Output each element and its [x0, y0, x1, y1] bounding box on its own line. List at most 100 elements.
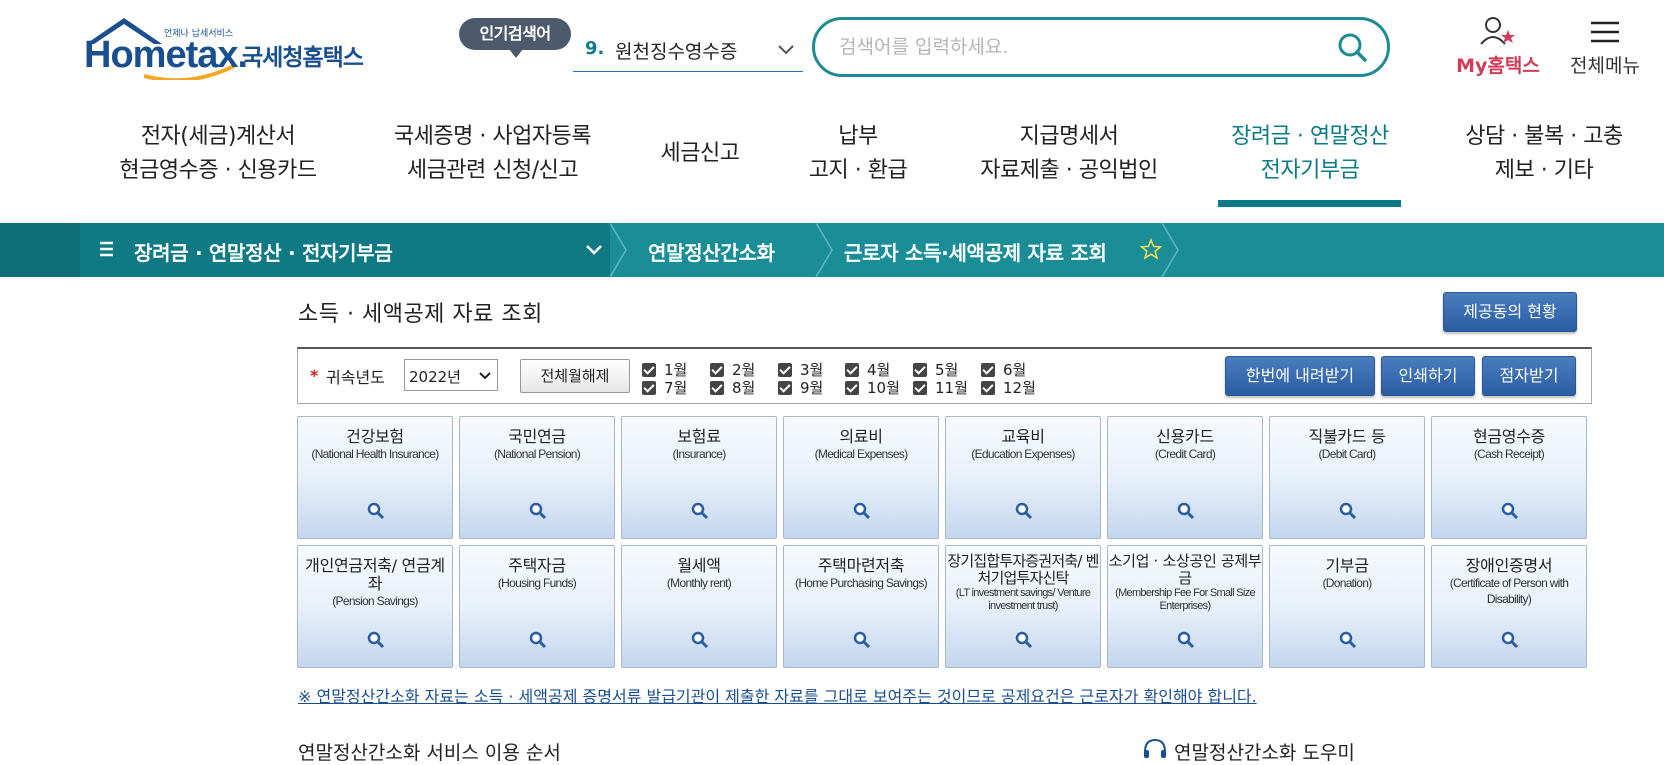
nav-line: 국세증명 · 사업자등록	[393, 124, 592, 149]
month-checkbox[interactable]: 10월	[845, 377, 900, 398]
tile-debit-card[interactable]: 직불카드 등 (Debit Card)	[1269, 416, 1425, 539]
month-checkbox[interactable]: 12월	[981, 377, 1036, 398]
nav-item-certificate[interactable]: 국세증명 · 사업자등록 세금관련 신청/신고	[370, 120, 615, 188]
checkbox-icon	[710, 381, 724, 395]
search-input[interactable]	[839, 34, 1319, 60]
nav-item-year-end[interactable]: 장려금 · 연말정산 전자기부금	[1210, 120, 1410, 188]
checkbox-icon	[642, 363, 656, 377]
month-checkbox[interactable]: 11월	[913, 377, 968, 398]
service-order-heading: 연말정산간소화 서비스 이용 순서	[298, 742, 561, 764]
month-label: 12월	[1003, 379, 1036, 397]
month-checkbox[interactable]: 9월	[778, 377, 823, 398]
breadcrumb-sub[interactable]: 연말정산간소화	[648, 237, 775, 266]
required-mark: *	[310, 366, 319, 385]
braille-button[interactable]: 점자받기	[1482, 356, 1576, 396]
provider-status-button[interactable]: 제공동의 현황	[1443, 292, 1577, 332]
search-icon[interactable]	[1336, 31, 1368, 63]
download-all-button[interactable]: 한번에 내려받기	[1225, 356, 1375, 396]
nav-item-e-invoice[interactable]: 전자(세금)계산서 현금영수증 · 신용카드	[100, 120, 336, 188]
nav-item-statement[interactable]: 지급명세서 자료제출 · 공익법인	[962, 120, 1176, 188]
checkbox-icon	[845, 381, 859, 395]
month-label: 8월	[732, 379, 756, 397]
month-label: 7월	[664, 379, 688, 397]
checkbox-icon	[845, 363, 859, 377]
magnifier-icon	[691, 502, 709, 520]
tile-education[interactable]: 교육비 (Education Expenses)	[945, 416, 1101, 539]
year-select[interactable]: 2022년	[404, 359, 498, 391]
tile-pension-savings[interactable]: 개인연금저축/ 연금계좌 (Pension Savings)	[297, 545, 453, 668]
checkbox-icon	[642, 381, 656, 395]
user-star-icon	[1480, 17, 1515, 45]
favorite-star-icon[interactable]	[1140, 238, 1162, 260]
magnifier-icon	[1177, 502, 1195, 520]
tile-title: 현금영수증	[1472, 427, 1546, 446]
tile-title: 국민연금	[508, 427, 566, 446]
tile-subtitle: (Education Expenses)	[971, 447, 1075, 461]
magnifier-icon	[1501, 631, 1519, 649]
month-label: 11월	[935, 379, 968, 397]
deselect-all-months-button[interactable]: 전체월해제	[520, 359, 630, 393]
tile-small-business[interactable]: 소기업 · 소상공인 공제부금 (Membership Fee For Smal…	[1107, 545, 1263, 668]
tile-housing-funds[interactable]: 주택자금 (Housing Funds)	[459, 545, 615, 668]
checkbox-icon	[981, 381, 995, 395]
breadcrumb-separator	[815, 223, 833, 277]
nav-line: 현금영수증 · 신용카드	[119, 158, 317, 183]
tile-credit-card[interactable]: 신용카드 (Credit Card)	[1107, 416, 1263, 539]
magnifier-icon	[1177, 631, 1195, 649]
tile-medical[interactable]: 의료비 (Medical Expenses)	[783, 416, 939, 539]
nav-line: 상담 · 불복 · 고충	[1465, 124, 1623, 149]
tile-disability-certificate[interactable]: 장애인증명서 (Certificate of Person with Disab…	[1431, 545, 1587, 668]
helper-link[interactable]: 연말정산간소화 도우미	[1174, 738, 1355, 765]
tile-title: 기부금	[1325, 556, 1369, 575]
popular-search-select[interactable]: 9. 원천징수영수증	[573, 30, 803, 72]
checkbox-icon	[913, 363, 927, 377]
tile-national-pension[interactable]: 국민연금 (National Pension)	[459, 416, 615, 539]
nav-item-counsel[interactable]: 상담 · 불복 · 고충 제보 · 기타	[1448, 120, 1640, 188]
month-label: 9월	[800, 379, 824, 397]
tile-subtitle: (Membership Fee For Small Size Enterpris…	[1115, 587, 1255, 612]
tile-insurance[interactable]: 보험료 (Insurance)	[621, 416, 777, 539]
magnifier-icon	[529, 502, 547, 520]
checkbox-icon	[981, 363, 995, 377]
all-menu-button[interactable]: 전체메뉴	[1562, 16, 1648, 78]
year-label: 귀속년도	[326, 368, 385, 387]
tile-title: 장애인증명서	[1465, 556, 1553, 575]
popular-search-badge: 인기검색어	[459, 18, 571, 58]
magnifier-icon	[1015, 502, 1033, 520]
month-checkbox[interactable]: 8월	[710, 377, 755, 398]
menu-icon	[100, 241, 113, 257]
tile-lt-investment[interactable]: 장기집합투자증권저축/ 벤처기업투자신탁 (LT investment savi…	[945, 545, 1101, 668]
tile-monthly-rent[interactable]: 월세액 (Monthly rent)	[621, 545, 777, 668]
magnifier-icon	[691, 631, 709, 649]
nav-item-tax-filing[interactable]: 세금신고	[640, 137, 760, 171]
tile-donation[interactable]: 기부금 (Donation)	[1269, 545, 1425, 668]
tile-health-insurance[interactable]: 건강보험 (National Health Insurance)	[297, 416, 453, 539]
nav-line: 고지 · 환급	[808, 158, 908, 183]
nav-line: 자료제출 · 공익법인	[980, 158, 1158, 183]
tile-home-purchasing-savings[interactable]: 주택마련저축 (Home Purchasing Savings)	[783, 545, 939, 668]
tile-title: 의료비	[839, 427, 883, 446]
nav-line: 전자(세금)계산서	[140, 124, 296, 149]
nav-item-payment[interactable]: 납부 고지 · 환급	[790, 120, 926, 188]
nav-line: 세금관련 신청/신고	[406, 158, 579, 183]
logo-korean: 국세청홈택스	[242, 45, 364, 71]
tile-cash-receipt[interactable]: 현금영수증 (Cash Receipt)	[1431, 416, 1587, 539]
month-checkbox[interactable]: 7월	[642, 377, 687, 398]
notice-link[interactable]: ※ 연말정산간소화 자료는 소득 · 세액공제 증명서류 발급기관이 제출한 자…	[298, 683, 1257, 707]
magnifier-icon	[1339, 502, 1357, 520]
chevron-down-icon[interactable]	[585, 243, 603, 257]
print-button[interactable]: 인쇄하기	[1381, 356, 1475, 396]
tile-subtitle: (Debit Card)	[1318, 447, 1377, 461]
breadcrumb-section[interactable]: 장려금 · 연말정산 · 전자기부금	[134, 237, 393, 266]
breadcrumb-separator	[609, 223, 627, 277]
magnifier-icon	[1339, 631, 1357, 649]
tile-subtitle: (National Health Insurance)	[311, 447, 439, 461]
hometax-logo[interactable]: 언제나 납세서비스 Hometax. 국세청홈택스	[84, 16, 374, 84]
main-nav: 전자(세금)계산서 현금영수증 · 신용카드 국세증명 · 사업자등록 세금관련…	[0, 120, 1664, 210]
checkbox-icon	[913, 381, 927, 395]
all-menu-label: 전체메뉴	[1570, 55, 1640, 77]
popular-rank: 9.	[585, 38, 605, 59]
my-hometax-link[interactable]: My홈택스	[1450, 16, 1546, 78]
month-label: 10월	[867, 379, 900, 397]
nav-line: 장려금 · 연말정산	[1231, 124, 1389, 149]
